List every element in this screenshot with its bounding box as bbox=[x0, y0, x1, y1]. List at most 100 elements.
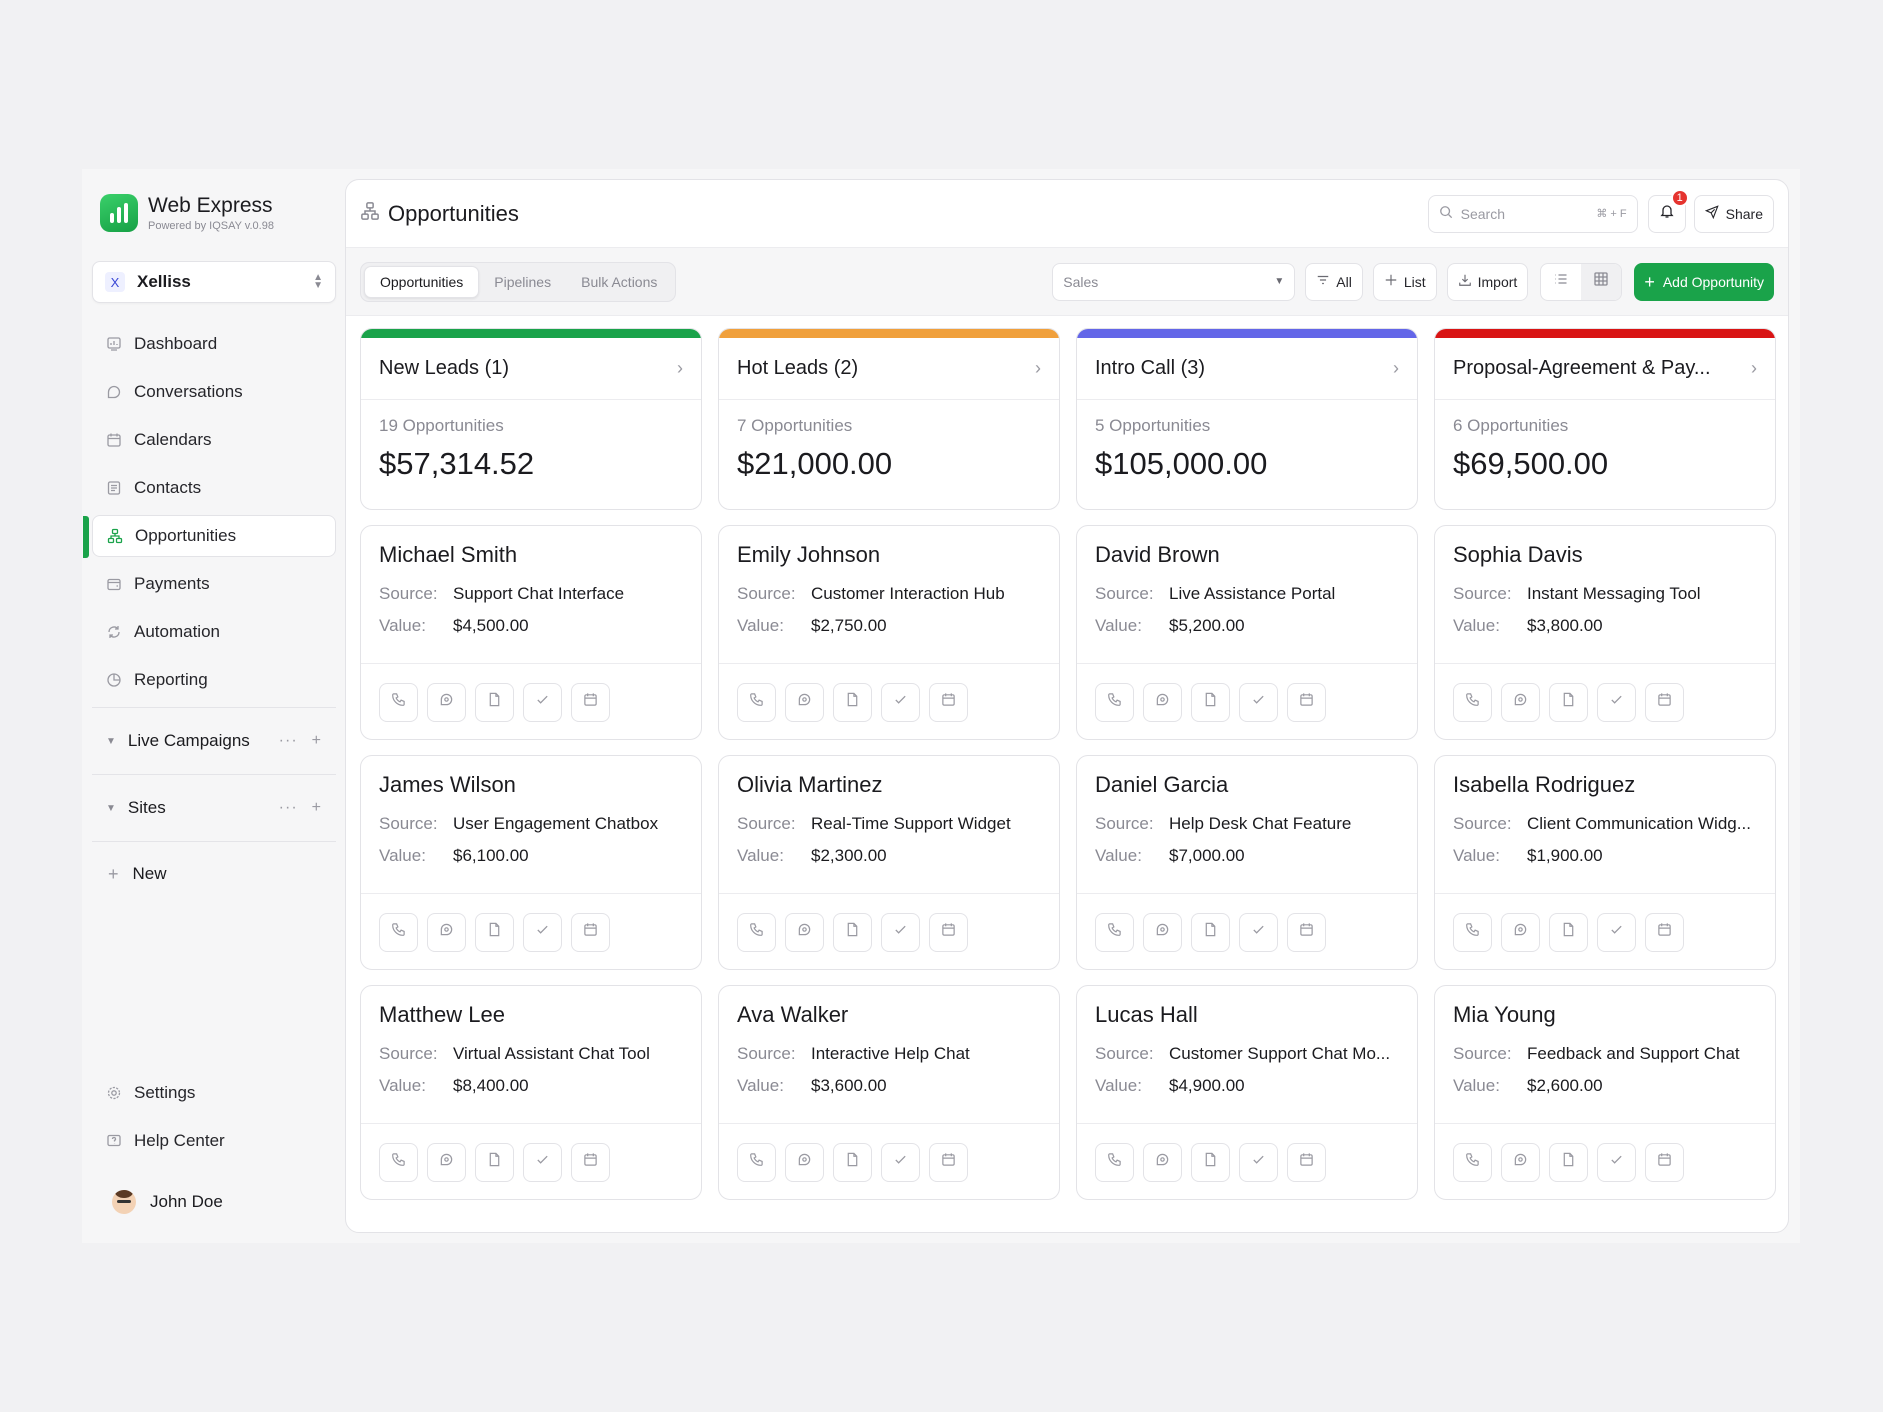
check-action-button[interactable] bbox=[1239, 912, 1278, 952]
tab-opportunities[interactable]: Opportunities bbox=[364, 265, 480, 298]
check-action-button[interactable] bbox=[881, 682, 920, 722]
calendar-action-button[interactable] bbox=[1287, 1142, 1326, 1182]
phone-action-button[interactable] bbox=[737, 1142, 776, 1182]
stage-header[interactable]: Proposal-Agreement & Pay... › 6 Opportun… bbox=[1434, 328, 1776, 510]
opportunity-card[interactable]: Mia Young Source: Feedback and Support Ch… bbox=[1434, 985, 1776, 1200]
chevron-right-icon[interactable]: › bbox=[677, 358, 683, 379]
sidebar-item-help-center[interactable]: Help Center bbox=[92, 1120, 336, 1162]
check-action-button[interactable] bbox=[1597, 682, 1636, 722]
check-action-button[interactable] bbox=[1597, 912, 1636, 952]
document-action-button[interactable] bbox=[833, 682, 872, 722]
opportunity-card[interactable]: Ava Walker Source: Interactive Help Chat … bbox=[718, 985, 1060, 1200]
calendar-action-button[interactable] bbox=[1287, 682, 1326, 722]
document-action-button[interactable] bbox=[833, 1142, 872, 1182]
list-view-button[interactable] bbox=[1541, 264, 1581, 300]
stage-header[interactable]: Intro Call (3) › 5 Opportunities $105,00… bbox=[1076, 328, 1418, 510]
chat-action-button[interactable] bbox=[1501, 1142, 1540, 1182]
chat-action-button[interactable] bbox=[427, 912, 466, 952]
sidebar-item-conversations[interactable]: Conversations bbox=[92, 371, 336, 413]
calendar-action-button[interactable] bbox=[1645, 1142, 1684, 1182]
caret-down-icon[interactable]: ▼ bbox=[106, 803, 116, 814]
calendar-action-button[interactable] bbox=[1287, 912, 1326, 952]
phone-action-button[interactable] bbox=[1453, 682, 1492, 722]
more-icon[interactable]: ··· bbox=[279, 799, 298, 817]
phone-action-button[interactable] bbox=[379, 682, 418, 722]
caret-down-icon[interactable]: ▼ bbox=[106, 736, 116, 747]
phone-action-button[interactable] bbox=[1095, 682, 1134, 722]
check-action-button[interactable] bbox=[523, 1142, 562, 1182]
opportunity-card[interactable]: David Brown Source: Live Assistance Porta… bbox=[1076, 525, 1418, 740]
notifications-button[interactable]: 1 bbox=[1647, 188, 1689, 233]
tab-bulk-actions[interactable]: Bulk Actions bbox=[566, 266, 672, 298]
document-action-button[interactable] bbox=[475, 912, 514, 952]
calendar-action-button[interactable] bbox=[571, 912, 610, 952]
search-input[interactable]: Search ⌘ + F bbox=[1427, 194, 1638, 233]
sidebar-item-contacts[interactable]: Contacts bbox=[92, 467, 336, 509]
grid-view-button[interactable] bbox=[1581, 263, 1622, 300]
pipeline-select[interactable]: Sales ▼ bbox=[1052, 262, 1296, 301]
phone-action-button[interactable] bbox=[379, 912, 418, 952]
document-action-button[interactable] bbox=[1191, 912, 1230, 952]
document-action-button[interactable] bbox=[475, 1142, 514, 1182]
phone-action-button[interactable] bbox=[1453, 912, 1492, 952]
chevron-right-icon[interactable]: › bbox=[1751, 358, 1757, 379]
tab-pipelines[interactable]: Pipelines bbox=[479, 266, 566, 298]
chat-action-button[interactable] bbox=[785, 1142, 824, 1182]
opportunity-card[interactable]: Lucas Hall Source: Customer Support Chat … bbox=[1076, 985, 1418, 1200]
check-action-button[interactable] bbox=[523, 682, 562, 722]
document-action-button[interactable] bbox=[833, 912, 872, 952]
more-icon[interactable]: ··· bbox=[279, 732, 298, 750]
document-action-button[interactable] bbox=[475, 682, 514, 722]
check-action-button[interactable] bbox=[881, 1142, 920, 1182]
stage-header[interactable]: New Leads (1) › 19 Opportunities $57,314… bbox=[360, 328, 702, 510]
opportunity-card[interactable]: Matthew Lee Source: Virtual Assistant Cha… bbox=[360, 985, 702, 1200]
sidebar-item-reporting[interactable]: Reporting bbox=[92, 659, 336, 701]
group-sites[interactable]: ▼ Sites ··· + bbox=[92, 777, 336, 839]
sidebar-item-settings[interactable]: Settings bbox=[92, 1072, 336, 1114]
phone-action-button[interactable] bbox=[1095, 1142, 1134, 1182]
calendar-action-button[interactable] bbox=[1645, 912, 1684, 952]
calendar-action-button[interactable] bbox=[1645, 682, 1684, 722]
chevron-right-icon[interactable]: › bbox=[1035, 358, 1041, 379]
group-live-campaigns[interactable]: ▼ Live Campaigns ··· + bbox=[92, 710, 336, 772]
filter-all-button[interactable]: All bbox=[1305, 262, 1363, 301]
chat-action-button[interactable] bbox=[427, 682, 466, 722]
phone-action-button[interactable] bbox=[1453, 1142, 1492, 1182]
add-opportunity-button[interactable]: + Add Opportunity bbox=[1634, 262, 1774, 301]
document-action-button[interactable] bbox=[1549, 1142, 1588, 1182]
document-action-button[interactable] bbox=[1549, 682, 1588, 722]
check-action-button[interactable] bbox=[1597, 1142, 1636, 1182]
calendar-action-button[interactable] bbox=[929, 912, 968, 952]
chat-action-button[interactable] bbox=[1143, 682, 1182, 722]
chat-action-button[interactable] bbox=[427, 1142, 466, 1182]
plus-icon[interactable]: + bbox=[312, 799, 322, 817]
chevron-right-icon[interactable]: › bbox=[1393, 358, 1399, 379]
phone-action-button[interactable] bbox=[737, 912, 776, 952]
sidebar-item-opportunities[interactable]: Opportunities bbox=[83, 515, 336, 558]
plus-icon[interactable]: + bbox=[312, 732, 322, 750]
calendar-action-button[interactable] bbox=[571, 682, 610, 722]
document-action-button[interactable] bbox=[1549, 912, 1588, 952]
opportunity-card[interactable]: Olivia Martinez Source: Real-Time Support… bbox=[718, 755, 1060, 970]
opportunity-card[interactable]: Isabella Rodriguez Source: Client Communi… bbox=[1434, 755, 1776, 970]
chat-action-button[interactable] bbox=[1143, 912, 1182, 952]
phone-action-button[interactable] bbox=[737, 682, 776, 722]
opportunity-card[interactable]: Michael Smith Source: Support Chat Interf… bbox=[360, 525, 702, 740]
sidebar-item-payments[interactable]: Payments bbox=[92, 563, 336, 605]
add-list-button[interactable]: List bbox=[1372, 262, 1437, 301]
chat-action-button[interactable] bbox=[785, 682, 824, 722]
share-button[interactable]: Share bbox=[1693, 194, 1774, 233]
phone-action-button[interactable] bbox=[379, 1142, 418, 1182]
document-action-button[interactable] bbox=[1191, 682, 1230, 722]
opportunity-card[interactable]: James Wilson Source: User Engagement Chat… bbox=[360, 755, 702, 970]
sidebar-item-automation[interactable]: Automation bbox=[92, 611, 336, 653]
sidebar-item-calendars[interactable]: Calendars bbox=[92, 419, 336, 461]
chat-action-button[interactable] bbox=[1501, 912, 1540, 952]
sidebar-item-dashboard[interactable]: Dashboard bbox=[92, 323, 336, 365]
calendar-action-button[interactable] bbox=[571, 1142, 610, 1182]
import-button[interactable]: Import bbox=[1446, 262, 1529, 301]
opportunity-card[interactable]: Daniel Garcia Source: Help Desk Chat Feat… bbox=[1076, 755, 1418, 970]
check-action-button[interactable] bbox=[523, 912, 562, 952]
user-profile[interactable]: John Doe bbox=[112, 1190, 223, 1214]
stage-header[interactable]: Hot Leads (2) › 7 Opportunities $21,000.… bbox=[718, 328, 1060, 510]
